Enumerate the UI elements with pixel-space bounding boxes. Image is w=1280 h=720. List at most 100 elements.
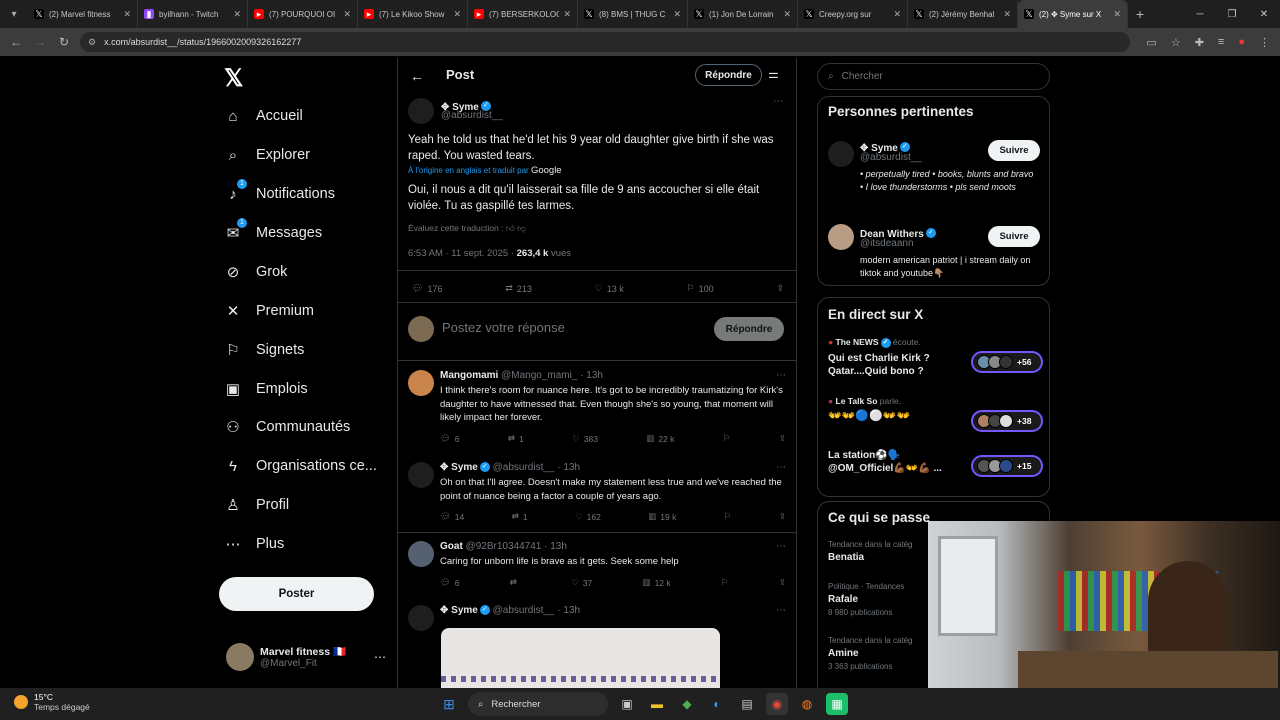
nav-item-more[interactable]: ⋯ Plus — [224, 535, 285, 553]
forward-icon[interactable]: → — [28, 35, 52, 49]
trend-item[interactable]: Politique · Tendances Rafale 8 980 publica… — [828, 582, 938, 617]
nav-item-notifications[interactable]: ♪ 1 Notifications — [224, 179, 335, 203]
trend-item[interactable]: Tendance dans la catég Benatia — [828, 540, 938, 563]
nav-item-organisations[interactable]: ϟ Organisations ce... — [224, 457, 377, 475]
more-icon[interactable]: ⋯ — [374, 650, 386, 664]
browser-tab[interactable]: ▸ (7) POURQUOI OI ✕ — [248, 0, 358, 28]
reply-handle[interactable]: @92Br10344741 — [466, 541, 542, 552]
reading-list-icon[interactable]: ≡ — [1218, 36, 1224, 48]
bookmark-icon[interactable]: ⚐ — [721, 577, 729, 588]
nav-item-explore[interactable]: ⌕ Explorer — [224, 146, 310, 164]
repost-action[interactable]: ⇄ 1 — [512, 511, 528, 522]
menu-icon[interactable]: ⋮ — [1259, 36, 1270, 49]
trend-item[interactable]: Tendance dans la catég Amine 3 363 publica… — [828, 636, 938, 671]
post-button[interactable]: Poster — [219, 577, 374, 611]
reply-time[interactable]: · 13h — [580, 370, 603, 381]
tab-list-dropdown-icon[interactable]: ▾ — [0, 0, 28, 28]
live-space-item[interactable]: La station⚽🗣️ @OM_Officiel💪🏾👐💪🏾 ... +15 — [828, 449, 1043, 491]
edge-icon[interactable]: ◐ — [706, 693, 728, 715]
reply-input[interactable]: Postez votre réponse — [442, 320, 565, 335]
avatar[interactable] — [408, 370, 434, 396]
reply-item[interactable]: Mangomami @Mango_mami_ · 13h ⋯ I think t… — [398, 370, 796, 462]
nav-item-bookmarks[interactable]: ⚐ Signets — [224, 341, 304, 359]
reply-handle[interactable]: @Mango_mami_ — [501, 370, 577, 381]
more-options-icon[interactable]: ⋯ — [773, 96, 783, 107]
profile-icon[interactable]: ● — [1238, 36, 1245, 48]
weather-widget[interactable]: 15°C Temps dégagé — [14, 692, 90, 712]
repost-action[interactable]: ⇄ — [510, 577, 521, 588]
translation-note-text[interactable]: À l'origine en anglais et traduit par — [408, 166, 529, 175]
more-options-icon[interactable]: ⋯ — [776, 605, 786, 616]
reply-handle[interactable]: @absurdist__ — [493, 462, 555, 473]
reply-action[interactable]: 💬︎ 6 — [440, 577, 460, 588]
reply-author[interactable]: ✥ Syme — [440, 462, 478, 473]
repost-action[interactable]: ⇄ 213 — [505, 283, 532, 294]
like-action[interactable]: ♡ 37 — [571, 577, 592, 588]
close-tab-icon[interactable]: ✕ — [123, 9, 131, 20]
reply-handle[interactable]: @absurdist__ — [493, 605, 555, 616]
filter-settings-icon[interactable]: ⚌ — [768, 67, 779, 81]
more-options-icon[interactable]: ⋯ — [776, 462, 786, 473]
avatar[interactable] — [408, 605, 434, 631]
author-handle[interactable]: @absurdist__ — [441, 110, 503, 121]
reply-author[interactable]: ✥ Syme — [440, 605, 478, 616]
cast-icon[interactable]: ▭ — [1146, 36, 1156, 49]
nav-item-home[interactable]: ⌂ Accueil — [224, 107, 302, 125]
share-icon[interactable]: ⇪ — [779, 433, 786, 444]
reply-submit-button[interactable]: Répondre — [714, 317, 784, 341]
maximize-icon[interactable]: ❐ — [1216, 0, 1248, 28]
site-info-icon[interactable]: ⚙ — [88, 37, 96, 48]
browser-tab[interactable]: 𝕏 (2) Jérémy Benhal ✕ — [908, 0, 1018, 28]
views-action[interactable]: ▥ 12 k — [643, 577, 671, 588]
avatar[interactable] — [828, 141, 854, 167]
file-explorer-icon[interactable]: ▬ — [646, 693, 668, 715]
close-tab-icon[interactable]: ✕ — [453, 9, 461, 20]
reply-time[interactable]: · 13h — [557, 462, 580, 473]
taskbar-search[interactable]: ⌕ Rechercher — [468, 692, 608, 716]
share-icon[interactable]: ⇪ — [779, 577, 786, 588]
person-handle[interactable]: @itsdeaann — [860, 238, 914, 249]
reply-time[interactable]: · 13h — [544, 541, 567, 552]
new-tab-icon[interactable]: + — [1128, 6, 1152, 22]
extensions-icon[interactable]: ✚ — [1195, 36, 1204, 49]
back-arrow-icon[interactable]: ← — [410, 68, 424, 84]
close-tab-icon[interactable]: ✕ — [783, 9, 791, 20]
chrome-icon[interactable]: ◉ — [766, 693, 788, 715]
views-action[interactable]: ▥ 19 k — [648, 511, 676, 522]
browser-tab[interactable]: 𝕏 (1) Jon De Lorrain ✕ — [688, 0, 798, 28]
windows-start-icon[interactable]: ⊞ — [438, 693, 460, 715]
close-tab-icon[interactable]: ✕ — [233, 9, 241, 20]
reply-action[interactable]: 💬︎ 6 — [440, 433, 460, 444]
browser-tab[interactable]: ▸ (7) Le Kikoo Show ✕ — [358, 0, 468, 28]
views-action[interactable]: ▥ 22 k — [646, 433, 674, 444]
browser-tab-active[interactable]: 𝕏 (2) ✥ Syme sur X ✕ — [1018, 0, 1128, 28]
bookmark-icon[interactable]: ⚐ — [724, 511, 732, 522]
more-options-icon[interactable]: ⋯ — [776, 370, 786, 381]
search-input[interactable]: ⌕ Chercher — [817, 63, 1050, 90]
minimize-icon[interactable]: ─ — [1184, 0, 1216, 28]
follow-button[interactable]: Suivre — [988, 140, 1040, 161]
close-tab-icon[interactable]: ✕ — [343, 9, 351, 20]
person-handle[interactable]: @absurdist__ — [860, 152, 922, 163]
nav-item-jobs[interactable]: ▣ Emplois — [224, 380, 308, 398]
thumbs-up-icon[interactable]: 👍︎ — [506, 223, 515, 233]
browser-tab[interactable]: ▮ byilhann - Twitch ✕ — [138, 0, 248, 28]
store-icon[interactable]: ▤ — [736, 693, 758, 715]
nav-item-grok[interactable]: ⊘ Grok — [224, 263, 288, 281]
repost-action[interactable]: ⇄ 1 — [508, 433, 524, 444]
more-options-icon[interactable]: ⋯ — [776, 541, 786, 552]
nav-item-communities[interactable]: ⚇ Communautés — [224, 418, 350, 436]
reply-header-button[interactable]: Répondre — [695, 64, 762, 86]
account-switcher[interactable]: Marvel fitness 🇫🇷 @Marvel_Fit ⋯ — [226, 643, 386, 671]
browser-tab[interactable]: 𝕏 (2) Marvel fitness ✕ — [28, 0, 138, 28]
reply-item[interactable]: ✥ Syme ✓ @absurdist__ · 13h ⋯ Oh on that … — [398, 462, 796, 530]
nvidia-icon[interactable]: ◆ — [676, 693, 698, 715]
back-icon[interactable]: ← — [4, 35, 28, 49]
reply-time[interactable]: · 13h — [557, 605, 580, 616]
task-view-icon[interactable]: ▣ — [616, 693, 638, 715]
app-icon[interactable]: ▦ — [826, 693, 848, 715]
url-field[interactable]: ⚙ x.com/absurdist__/status/1966002009326… — [80, 32, 1130, 52]
live-space-item[interactable]: ● Le Talk So parle. 👐👐🔵⚪👐👐 +38 — [828, 396, 1043, 438]
close-tab-icon[interactable]: ✕ — [1003, 9, 1011, 20]
reply-author[interactable]: Goat — [440, 541, 463, 552]
